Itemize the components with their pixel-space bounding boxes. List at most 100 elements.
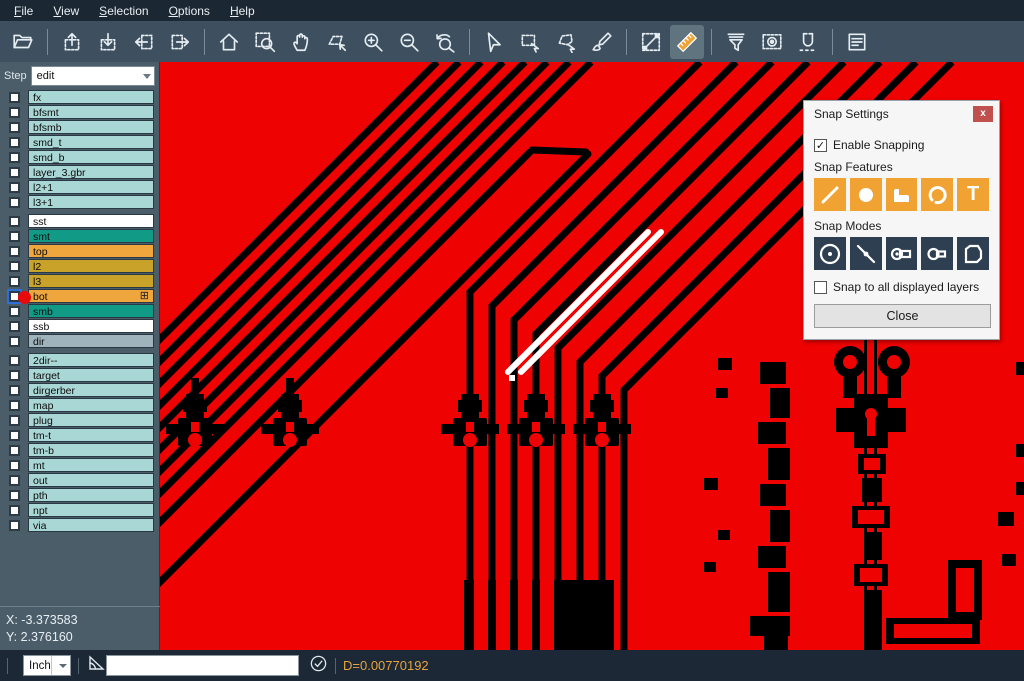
load-left-icon[interactable]: [127, 25, 161, 59]
layer-visibility-checkbox[interactable]: [9, 306, 20, 317]
layer-visibility-checkbox[interactable]: [9, 216, 20, 227]
layer-visibility-checkbox[interactable]: [9, 276, 20, 287]
layer-row[interactable]: bot ⊞: [0, 289, 159, 303]
snap-all-layers-checkbox[interactable]: [814, 281, 827, 294]
close-icon[interactable]: x: [973, 106, 993, 122]
layer-name[interactable]: 2dir--: [28, 353, 154, 367]
layer-visibility-checkbox[interactable]: [9, 415, 20, 426]
layer-row[interactable]: out: [0, 473, 159, 487]
snap-pad-entire-button[interactable]: [886, 237, 918, 270]
paint-icon[interactable]: [585, 25, 619, 59]
layer-row[interactable]: ssb: [0, 319, 159, 333]
close-button[interactable]: Close: [814, 304, 991, 328]
select-polygon-icon[interactable]: [549, 25, 583, 59]
layer-name[interactable]: tm-b: [28, 443, 154, 457]
layer-row[interactable]: dir: [0, 334, 159, 348]
layer-name[interactable]: target: [28, 368, 154, 382]
layer-visibility-checkbox[interactable]: [9, 122, 20, 133]
filter-icon[interactable]: [719, 25, 753, 59]
layer-row[interactable]: target: [0, 368, 159, 382]
layer-row[interactable]: l3: [0, 274, 159, 288]
load-up-icon[interactable]: [55, 25, 89, 59]
enable-snapping-checkbox[interactable]: ✓: [814, 139, 827, 152]
layer-name[interactable]: out: [28, 473, 154, 487]
layer-visibility-checkbox[interactable]: [9, 355, 20, 366]
layer-row[interactable]: 2dir--: [0, 353, 159, 367]
pan-icon[interactable]: [284, 25, 318, 59]
layer-name[interactable]: via: [28, 518, 154, 532]
layer-name[interactable]: plug: [28, 413, 154, 427]
load-down-icon[interactable]: [91, 25, 125, 59]
layer-row[interactable]: npt: [0, 503, 159, 517]
layer-visibility-checkbox[interactable]: [9, 400, 20, 411]
layer-visibility-checkbox[interactable]: [9, 231, 20, 242]
layer-name[interactable]: dirgerber: [28, 383, 154, 397]
menu-item[interactable]: File: [4, 2, 43, 20]
layer-name[interactable]: bfsmb: [28, 120, 154, 134]
layer-name[interactable]: l2: [28, 259, 154, 273]
layer-row[interactable]: dirgerber: [0, 383, 159, 397]
layer-row[interactable]: bfsmb: [0, 120, 159, 134]
zoom-polygon-icon[interactable]: [320, 25, 354, 59]
layer-visibility-checkbox[interactable]: [9, 261, 20, 272]
layer-visibility-checkbox[interactable]: [9, 246, 20, 257]
layer-row[interactable]: tm-b: [0, 443, 159, 457]
layer-visibility-checkbox[interactable]: [9, 520, 20, 531]
snap-icon[interactable]: [791, 25, 825, 59]
layer-name[interactable]: sst: [28, 214, 154, 228]
circle-check-icon[interactable]: [309, 654, 328, 678]
layer-visibility-checkbox[interactable]: [9, 505, 20, 516]
menu-item[interactable]: View: [43, 2, 89, 20]
forms-icon[interactable]: [840, 25, 874, 59]
layer-row[interactable]: l2+1: [0, 180, 159, 194]
layer-row[interactable]: l3+1: [0, 195, 159, 209]
grid-attributes-icon[interactable]: ⊞: [140, 289, 149, 303]
layer-row[interactable]: bfsmt: [0, 105, 159, 119]
unit-select[interactable]: Inch: [23, 655, 71, 676]
layer-name[interactable]: tm-t: [28, 428, 154, 442]
snap-pad-button[interactable]: [850, 178, 882, 211]
layer-visibility-checkbox[interactable]: [9, 152, 20, 163]
measure-icon[interactable]: [634, 25, 668, 59]
layer-name[interactable]: dir: [28, 334, 154, 348]
ruler-icon[interactable]: [670, 25, 704, 59]
layer-row[interactable]: smd_t: [0, 135, 159, 149]
layer-row[interactable]: mt: [0, 458, 159, 472]
layer-name[interactable]: mt: [28, 458, 154, 472]
layer-name[interactable]: l3: [28, 274, 154, 288]
menu-item[interactable]: Selection: [89, 2, 158, 20]
snap-text-button[interactable]: T: [957, 178, 989, 211]
layer-visibility-checkbox[interactable]: [9, 336, 20, 347]
command-input[interactable]: [106, 655, 299, 676]
layer-name[interactable]: map: [28, 398, 154, 412]
menu-item[interactable]: Help: [220, 2, 265, 20]
home-icon[interactable]: [212, 25, 246, 59]
select-rectangle-icon[interactable]: [513, 25, 547, 59]
layer-row[interactable]: layer_3.gbr: [0, 165, 159, 179]
layer-name[interactable]: smt: [28, 229, 154, 243]
layer-visibility-checkbox[interactable]: [9, 197, 20, 208]
layer-visibility-checkbox[interactable]: [9, 321, 20, 332]
layer-row[interactable]: smb: [0, 304, 159, 318]
layer-row[interactable]: via: [0, 518, 159, 532]
angle-icon[interactable]: [86, 653, 106, 678]
layer-visibility-checkbox[interactable]: [9, 445, 20, 456]
layer-name[interactable]: l3+1: [28, 195, 154, 209]
layer-row[interactable]: tm-t: [0, 428, 159, 442]
dialog-titlebar[interactable]: Snap Settings x: [804, 101, 999, 126]
layer-name[interactable]: l2+1: [28, 180, 154, 194]
snap-center-button[interactable]: [814, 237, 846, 270]
layer-name[interactable]: layer_3.gbr: [28, 165, 154, 179]
layer-visibility-checkbox[interactable]: [9, 370, 20, 381]
snap-pad-outline-button[interactable]: [921, 237, 953, 270]
display-options-icon[interactable]: [755, 25, 789, 59]
snap-arc-button[interactable]: [921, 178, 953, 211]
layer-name[interactable]: ssb: [28, 319, 154, 333]
layer-visibility-checkbox[interactable]: [9, 107, 20, 118]
layer-name[interactable]: smd_b: [28, 150, 154, 164]
layer-visibility-checkbox[interactable]: [9, 137, 20, 148]
open-icon[interactable]: [6, 25, 40, 59]
layer-visibility-checkbox[interactable]: [9, 430, 20, 441]
layer-name[interactable]: smb: [28, 304, 154, 318]
zoom-previous-icon[interactable]: [428, 25, 462, 59]
